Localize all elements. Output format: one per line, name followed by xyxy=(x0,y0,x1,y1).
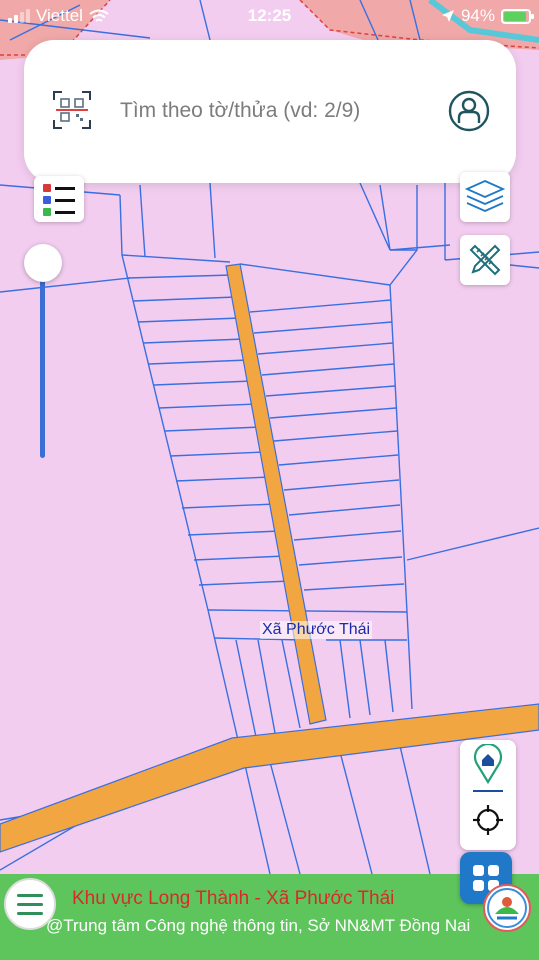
qr-scan-button[interactable] xyxy=(52,90,92,130)
crosshair-icon xyxy=(473,805,503,835)
ruler-pencil-icon xyxy=(469,244,501,276)
zoom-slider[interactable] xyxy=(22,244,64,460)
credit-label: @Trung tâm Công nghệ thông tin, Sở NN&MT… xyxy=(46,916,471,935)
legend-button[interactable] xyxy=(34,176,84,222)
locate-me-button[interactable] xyxy=(468,798,508,842)
status-bar: Viettel 12:25 94% xyxy=(0,0,539,34)
qr-scan-icon xyxy=(53,91,91,129)
status-right: 94% xyxy=(441,6,534,26)
home-pin-icon xyxy=(473,744,503,784)
measure-button[interactable] xyxy=(460,235,510,285)
location-arrow-icon xyxy=(441,10,454,22)
controls-divider xyxy=(473,790,503,792)
layers-icon xyxy=(464,180,506,212)
map-controls xyxy=(460,740,516,850)
agency-seal-icon xyxy=(487,888,527,928)
hamburger-icon xyxy=(17,893,43,897)
search-card xyxy=(24,40,516,183)
place-label: Xã Phước Thái xyxy=(260,621,373,639)
home-location-button[interactable] xyxy=(468,740,508,788)
battery-icon xyxy=(501,8,534,24)
user-icon xyxy=(448,90,490,132)
zoom-slider-thumb[interactable] xyxy=(24,244,62,282)
search-input[interactable] xyxy=(120,92,440,130)
zoom-slider-track[interactable] xyxy=(40,264,45,458)
legend-icon xyxy=(43,184,75,216)
battery-percent: 94% xyxy=(460,6,495,25)
user-profile-button[interactable] xyxy=(448,90,490,132)
agency-logo xyxy=(483,884,531,932)
area-label: Khu vực Long Thành - Xã Phước Thái xyxy=(72,888,395,909)
layers-button[interactable] xyxy=(460,172,510,222)
